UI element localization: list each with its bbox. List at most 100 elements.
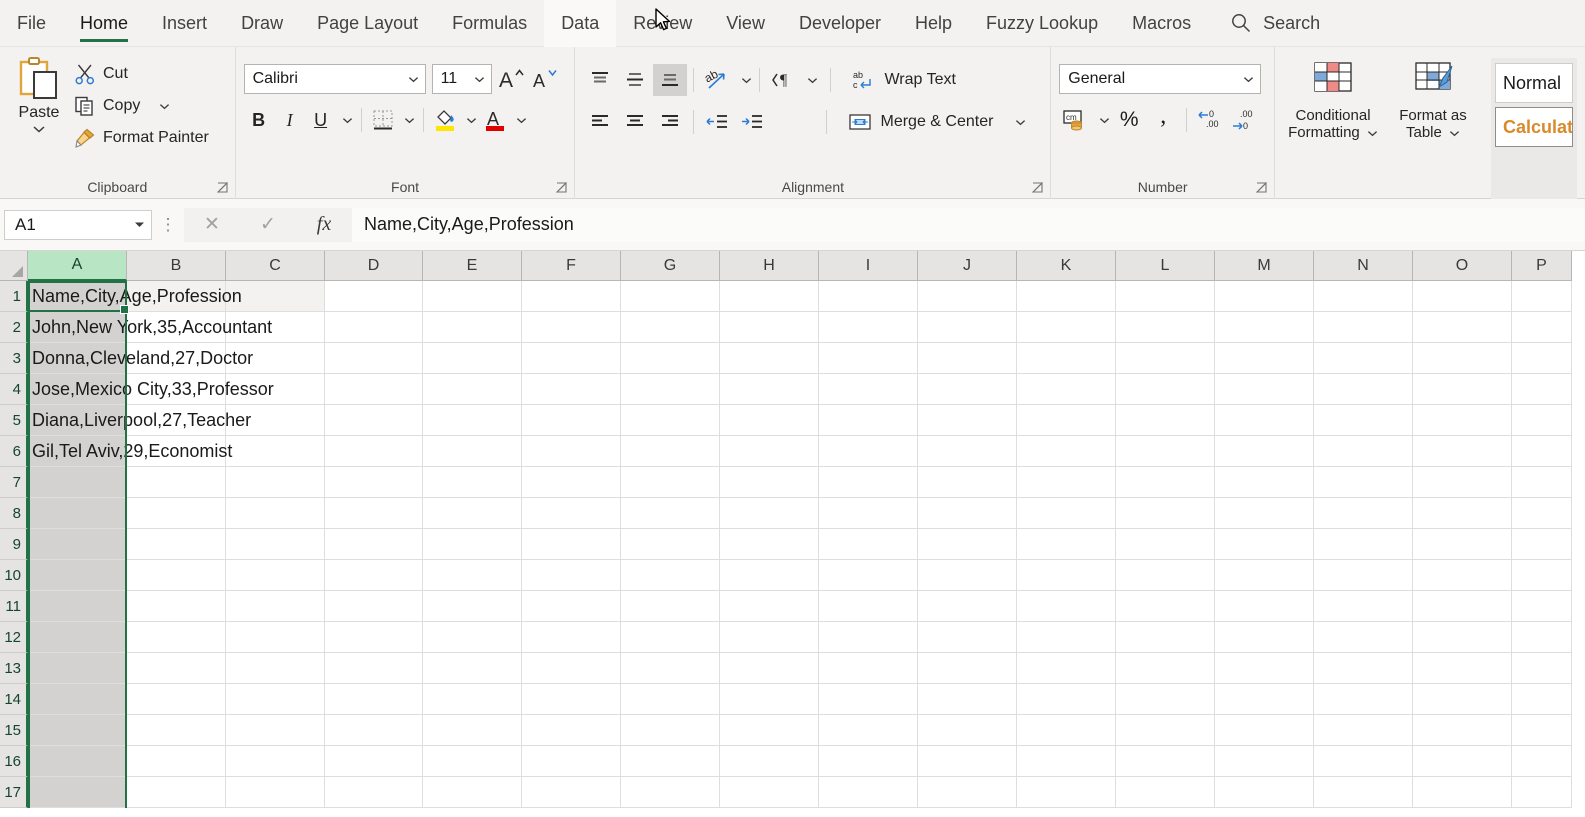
cell-K9[interactable] <box>1017 529 1116 560</box>
cell-M13[interactable] <box>1215 653 1314 684</box>
cell-A14[interactable] <box>28 684 127 715</box>
cell-K14[interactable] <box>1017 684 1116 715</box>
tab-insert[interactable]: Insert <box>145 0 224 47</box>
cell-K13[interactable] <box>1017 653 1116 684</box>
percent-style-button[interactable]: % <box>1113 105 1145 135</box>
cell-K1[interactable] <box>1017 281 1116 312</box>
font-size-combo[interactable]: 11 <box>431 64 492 94</box>
cell-J12[interactable] <box>918 622 1017 653</box>
cell-K10[interactable] <box>1017 560 1116 591</box>
cell-O2[interactable] <box>1413 312 1512 343</box>
cell-O6[interactable] <box>1413 436 1512 467</box>
cell-O8[interactable] <box>1413 498 1512 529</box>
cell-H3[interactable] <box>720 343 819 374</box>
align-right-button[interactable] <box>653 106 687 138</box>
cell-L7[interactable] <box>1116 467 1215 498</box>
tab-draw[interactable]: Draw <box>224 0 300 47</box>
cell-K12[interactable] <box>1017 622 1116 653</box>
cell-G11[interactable] <box>621 591 720 622</box>
font-name-combo[interactable]: Calibri <box>243 64 426 94</box>
column-header-C[interactable]: C <box>226 251 325 281</box>
alignment-dialog-launcher-icon[interactable] <box>1032 182 1044 194</box>
cell-I3[interactable] <box>819 343 918 374</box>
cell-P3[interactable] <box>1512 343 1572 374</box>
cell-M7[interactable] <box>1215 467 1314 498</box>
cell-F9[interactable] <box>522 529 621 560</box>
tab-page-layout[interactable]: Page Layout <box>300 0 435 47</box>
cell-H14[interactable] <box>720 684 819 715</box>
text-direction-dropdown[interactable] <box>801 65 819 95</box>
cell-H17[interactable] <box>720 777 819 808</box>
cell-E17[interactable] <box>423 777 522 808</box>
cell-B4[interactable] <box>127 374 226 405</box>
cell-B7[interactable] <box>127 467 226 498</box>
cell-A6[interactable] <box>28 436 127 467</box>
italic-button[interactable]: I <box>275 105 305 135</box>
orientation-button[interactable]: ab <box>700 64 734 96</box>
font-color-button[interactable]: A <box>480 105 510 135</box>
cell-K16[interactable] <box>1017 746 1116 777</box>
tab-developer[interactable]: Developer <box>782 0 898 47</box>
cell-C12[interactable] <box>226 622 325 653</box>
cell-L9[interactable] <box>1116 529 1215 560</box>
cell-P6[interactable] <box>1512 436 1572 467</box>
cell-H8[interactable] <box>720 498 819 529</box>
row-header-4[interactable]: 4 <box>0 374 28 405</box>
cell-P17[interactable] <box>1512 777 1572 808</box>
cell-A16[interactable] <box>28 746 127 777</box>
cell-N4[interactable] <box>1314 374 1413 405</box>
fill-color-dropdown[interactable] <box>461 105 479 135</box>
cell-D6[interactable] <box>325 436 423 467</box>
row-header-16[interactable]: 16 <box>0 746 28 777</box>
chevron-down-icon[interactable] <box>159 103 170 110</box>
row-header-5[interactable]: 5 <box>0 405 28 436</box>
cell-K8[interactable] <box>1017 498 1116 529</box>
cell-B5[interactable] <box>127 405 226 436</box>
cell-G3[interactable] <box>621 343 720 374</box>
cell-H2[interactable] <box>720 312 819 343</box>
cell-O10[interactable] <box>1413 560 1512 591</box>
tab-data[interactable]: Data <box>544 0 617 47</box>
font-dialog-launcher-icon[interactable] <box>556 182 568 194</box>
cell-K11[interactable] <box>1017 591 1116 622</box>
cell-M6[interactable] <box>1215 436 1314 467</box>
cell-F5[interactable] <box>522 405 621 436</box>
row-header-10[interactable]: 10 <box>0 560 28 591</box>
cell-G15[interactable] <box>621 715 720 746</box>
cell-A2[interactable] <box>28 312 127 343</box>
cell-J11[interactable] <box>918 591 1017 622</box>
cell-I5[interactable] <box>819 405 918 436</box>
cell-N12[interactable] <box>1314 622 1413 653</box>
cell-P5[interactable] <box>1512 405 1572 436</box>
cell-C11[interactable] <box>226 591 325 622</box>
cell-C1[interactable] <box>226 281 325 312</box>
row-header-3[interactable]: 3 <box>0 343 28 374</box>
cell-F6[interactable] <box>522 436 621 467</box>
cell-D5[interactable] <box>325 405 423 436</box>
format-as-table-button[interactable]: Format as Table <box>1383 58 1483 199</box>
cell-L12[interactable] <box>1116 622 1215 653</box>
fill-color-button[interactable] <box>430 105 460 135</box>
tab-file[interactable]: File <box>0 0 63 47</box>
cell-D4[interactable] <box>325 374 423 405</box>
cell-E1[interactable] <box>423 281 522 312</box>
cell-A12[interactable] <box>28 622 127 653</box>
cell-O1[interactable] <box>1413 281 1512 312</box>
cell-A17[interactable] <box>28 777 127 808</box>
cell-L5[interactable] <box>1116 405 1215 436</box>
cell-C9[interactable] <box>226 529 325 560</box>
cell-E16[interactable] <box>423 746 522 777</box>
cell-J16[interactable] <box>918 746 1017 777</box>
cell-B16[interactable] <box>127 746 226 777</box>
cell-C10[interactable] <box>226 560 325 591</box>
cell-L11[interactable] <box>1116 591 1215 622</box>
format-painter-button[interactable]: Format Painter <box>70 124 213 152</box>
cell-N7[interactable] <box>1314 467 1413 498</box>
cell-F2[interactable] <box>522 312 621 343</box>
decrease-indent-button[interactable] <box>700 106 734 138</box>
cell-D3[interactable] <box>325 343 423 374</box>
cell-I13[interactable] <box>819 653 918 684</box>
cell-D17[interactable] <box>325 777 423 808</box>
cell-O15[interactable] <box>1413 715 1512 746</box>
cell-M3[interactable] <box>1215 343 1314 374</box>
